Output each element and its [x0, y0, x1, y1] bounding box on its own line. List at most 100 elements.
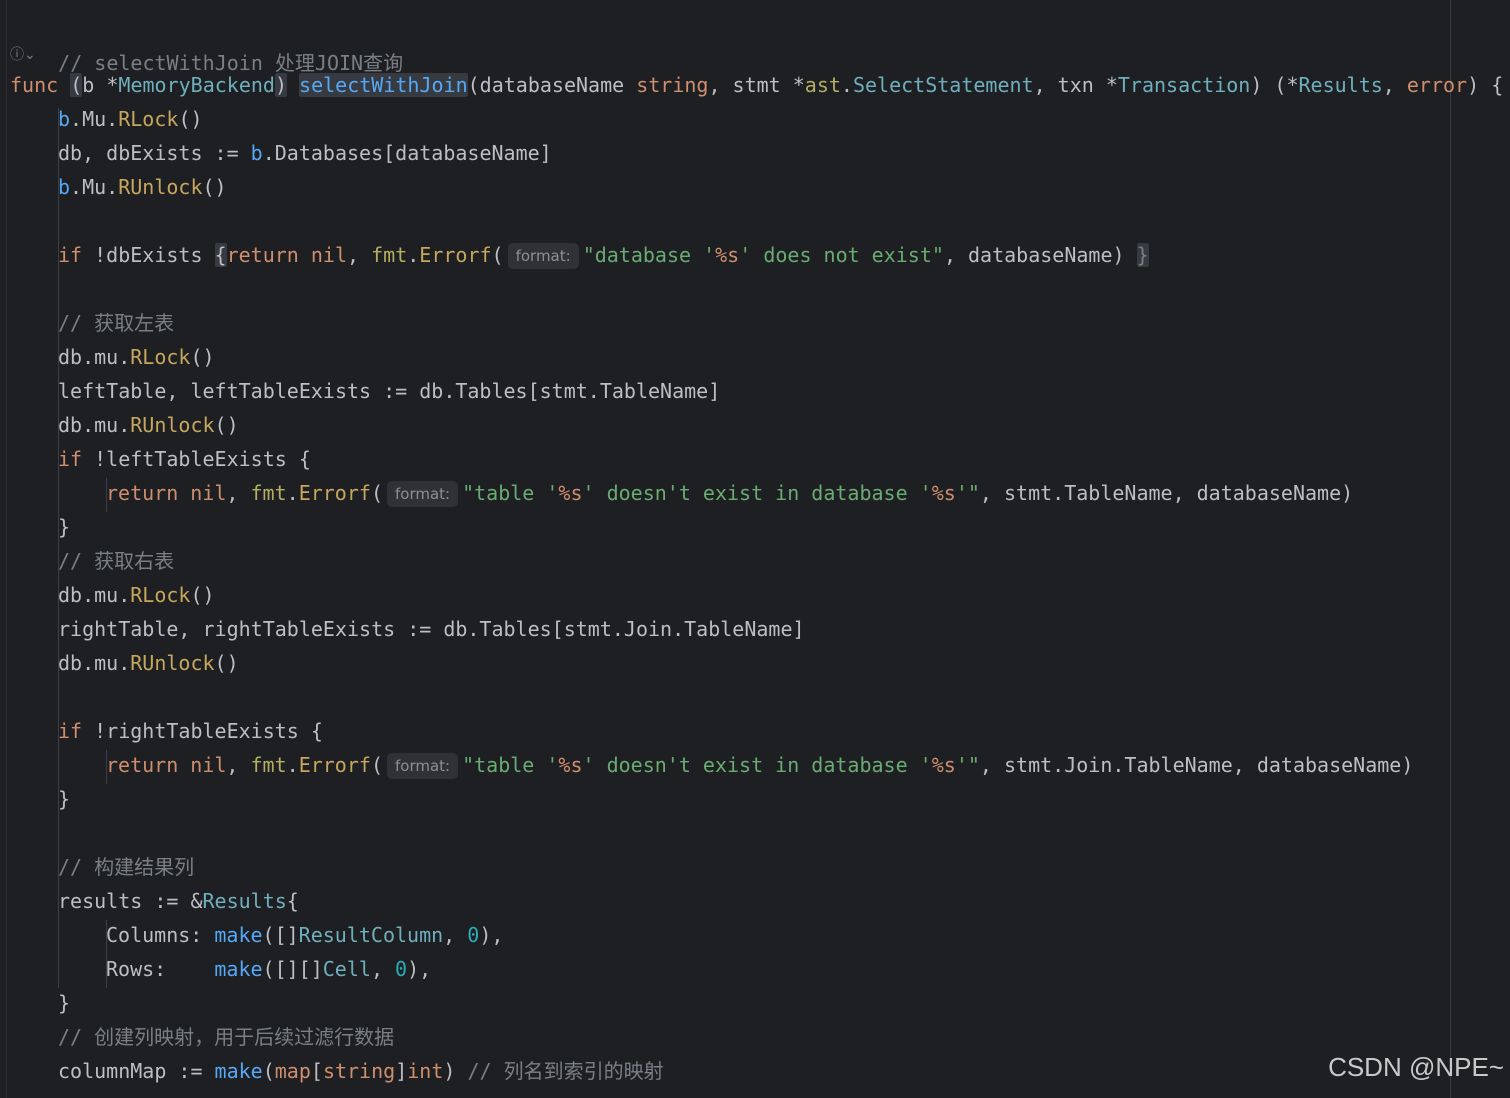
field-key: Rows: [106, 957, 215, 981]
param-2: , stmt * [708, 73, 805, 97]
call-parens: () [190, 583, 215, 607]
string-literal: ' doesn't exist in database ' [582, 481, 932, 505]
code-line-columnmap[interactable]: columnMap := make(map[string]int) // 列名到… [58, 1054, 664, 1088]
brace: { [286, 889, 299, 913]
condition: !dbExists [82, 243, 215, 267]
code-line-10[interactable]: db.mu.RUnlock() [58, 408, 239, 442]
code-line-4[interactable]: db, dbExists := b.Databases[databaseName… [58, 136, 552, 170]
receiver-ref: b [58, 107, 71, 131]
code-line-close-brace[interactable]: } [58, 986, 70, 1020]
fold-brace-close[interactable]: } [1136, 243, 1149, 267]
code-line-9[interactable]: leftTable, leftTableExists := db.Tables[… [58, 374, 720, 408]
comment: // 获取右表 [58, 549, 175, 573]
type-results: Results [202, 889, 287, 913]
keyword-return: return [106, 753, 179, 777]
string-literal: "table ' [462, 753, 559, 777]
close: ), [407, 957, 432, 981]
call-parens: () [214, 413, 239, 437]
string-literal: "database ' [582, 243, 716, 267]
param-hint: format: [386, 753, 459, 779]
right-margin-guide [1450, 0, 1451, 1098]
comma: , [443, 923, 468, 947]
code-line-15[interactable]: db.mu.RLock() [58, 578, 215, 612]
param-hint: format: [386, 481, 459, 507]
code-line-close-brace[interactable]: } [58, 510, 70, 544]
comma: , [226, 481, 251, 505]
comment: // 构建结果列 [58, 855, 195, 879]
method-rlock: RLock [118, 107, 179, 131]
keyword-nil: nil [178, 753, 227, 777]
code-line-results[interactable]: results := &Results{ [58, 884, 299, 918]
close: ), [479, 923, 504, 947]
param-4: ) (* [1250, 73, 1299, 97]
code-line-3[interactable]: b.Mu.RLock() [58, 102, 203, 136]
string-literal: '" [955, 481, 980, 505]
code-line-rows[interactable]: Rows: make([][]Cell, 0), [106, 952, 431, 986]
code-line-17[interactable]: db.mu.RUnlock() [58, 646, 239, 680]
package-ast: ast [804, 73, 841, 97]
method-errorf: Errorf [298, 481, 371, 505]
comma: , [370, 957, 396, 981]
comment: // 创建列映射，用于后续过滤行数据 [58, 1025, 395, 1049]
param-1: (databaseName [467, 73, 637, 97]
string-literal: "table ' [462, 481, 559, 505]
paren: ) [443, 1059, 468, 1083]
method-errorf: Errorf [419, 243, 492, 267]
method-errorf: Errorf [298, 753, 371, 777]
condition: !leftTableExists { [82, 447, 311, 471]
code-line-columns[interactable]: Columns: make([]ResultColumn, 0), [106, 918, 503, 952]
type-error: error [1406, 73, 1468, 97]
code-line-close-brace[interactable]: } [58, 782, 70, 816]
call-parens: () [214, 651, 239, 675]
method-runlock: RUnlock [130, 413, 215, 437]
paren: ( [262, 1059, 275, 1083]
code-editor[interactable]: // selectWithJoin 处理JOIN查询 ⓘ⌄ func (b *M… [0, 0, 1510, 1098]
receiver-ref: b [58, 175, 71, 199]
format-placeholder: %s [931, 753, 956, 777]
call-parens: () [190, 345, 215, 369]
code-line-return-right[interactable]: return nil, fmt.Errorf(format: "table '%s… [106, 748, 1413, 782]
bracket: [ [310, 1059, 323, 1083]
type-cell: Cell [322, 957, 371, 981]
code-line-if-left[interactable]: if !leftTableExists { [58, 442, 311, 476]
format-placeholder: %s [715, 243, 740, 267]
keyword-nil: nil [178, 481, 227, 505]
call-parens: () [202, 175, 227, 199]
method-runlock: RUnlock [118, 175, 203, 199]
code-line-16[interactable]: rightTable, rightTableExists := db.Table… [58, 612, 805, 646]
code-line-8[interactable]: db.mu.RLock() [58, 340, 215, 374]
code-line-comment-right[interactable]: // 获取右表 [58, 544, 174, 578]
paren: ( [491, 243, 504, 267]
keyword-if: if [58, 719, 83, 743]
field-access: .Mu. [70, 175, 119, 199]
builtin-make: make [214, 923, 263, 947]
string-literal: '" [955, 753, 980, 777]
ai-assist-icon[interactable]: ⓘ⌄ [10, 44, 36, 64]
code-line-comment-map[interactable]: // 创建列映射，用于后续过滤行数据 [58, 1020, 394, 1054]
receiver-ref: b [250, 141, 263, 165]
code-line-func-signature[interactable]: func (b *MemoryBackend) selectWithJoin(d… [10, 68, 1503, 102]
method-rlock: RLock [130, 583, 191, 607]
format-placeholder: %s [558, 753, 583, 777]
code-line-comment-left[interactable]: // 获取左表 [58, 306, 174, 340]
brace: } [58, 991, 71, 1015]
type-string: string [636, 73, 709, 97]
code-line-5[interactable]: b.Mu.RUnlock() [58, 170, 227, 204]
brace: } [58, 515, 71, 539]
receiver-open-paren: ( [70, 73, 83, 97]
code-line-comment-build[interactable]: // 构建结果列 [58, 850, 194, 884]
package-fmt: fmt [371, 243, 408, 267]
gutter-border [6, 0, 7, 1098]
brace: } [58, 787, 71, 811]
type-string: string [322, 1059, 396, 1083]
function-name[interactable]: selectWithJoin [299, 73, 468, 97]
code-line-1[interactable]: // selectWithJoin 处理JOIN查询 [10, 12, 403, 75]
comma: , [347, 243, 372, 267]
fold-brace-open[interactable]: { [214, 243, 227, 267]
code-line-return-left[interactable]: return nil, fmt.Errorf(format: "table '%s… [106, 476, 1353, 510]
watermark: CSDN @NPE~ [1328, 1052, 1504, 1082]
method-rlock: RLock [130, 345, 191, 369]
code-line-if-dbexists[interactable]: if !dbExists {return nil, fmt.Errorf(for… [58, 238, 1149, 272]
bracket: ] [395, 1059, 408, 1083]
code-line-if-right[interactable]: if !rightTableExists { [58, 714, 323, 748]
